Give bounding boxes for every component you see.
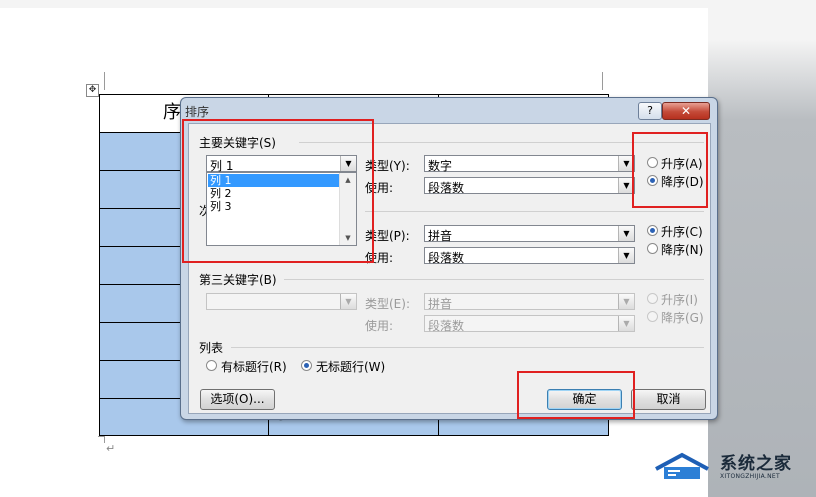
primary-using-value: 段落数 [428,181,465,195]
secondary-type-value: 拼音 [428,229,453,243]
table-move-handle-icon[interactable]: ✥ [86,84,99,97]
secondary-using-value: 段落数 [428,251,465,265]
has-header-label[interactable]: 有标题行(R) [221,358,287,375]
tertiary-asc-label[interactable]: 升序(I) [661,291,698,308]
secondary-desc-label[interactable]: 降序(N) [661,241,703,258]
paragraph-mark-icon: ↵ [106,442,116,455]
group-divider [365,211,704,212]
watermark-url: XITONGZHIJIA.NET [720,473,780,480]
table-header-cell: 序 [163,102,181,123]
highlight-box-sort-order [632,132,708,208]
no-header-radio[interactable] [301,360,312,371]
workspace-background [708,0,816,497]
tertiary-using-label: 使用: [365,319,394,333]
chevron-down-icon[interactable]: ▼ [618,294,634,309]
tertiary-desc-radio[interactable] [647,311,658,322]
highlight-box-ok [517,371,635,419]
tertiary-using-value: 段落数 [428,319,465,333]
chevron-down-icon[interactable]: ▼ [618,226,634,241]
tertiary-key-group-label: 第三关键字(B) [199,273,277,287]
group-divider [284,279,704,280]
secondary-asc-radio[interactable] [647,225,658,236]
primary-type-value: 数字 [428,159,453,173]
no-header-label[interactable]: 无标题行(W) [316,358,385,375]
cancel-button[interactable]: 取消 [631,389,706,410]
close-button[interactable]: ✕ [662,102,710,120]
site-watermark: 系统之家 XITONGZHIJIA.NET [652,447,802,487]
primary-using-combo[interactable]: 段落数 ▼ [424,177,635,195]
has-header-radio[interactable] [206,360,217,371]
chevron-down-icon[interactable]: ▼ [618,248,634,263]
secondary-desc-radio[interactable] [647,243,658,254]
tertiary-asc-radio[interactable] [647,293,658,304]
options-button[interactable]: 选项(O)... [200,389,275,410]
help-button[interactable]: ? [638,102,662,120]
tertiary-key-combo[interactable]: ▼ [206,293,357,310]
crop-mark-top-left [98,72,105,90]
secondary-using-combo[interactable]: 段落数 ▼ [424,247,635,265]
house-logo-icon [655,452,709,479]
table-border [99,435,609,436]
dialog-title: 排序 [185,105,210,119]
secondary-type-combo[interactable]: 拼音 ▼ [424,225,635,243]
tertiary-using-combo[interactable]: 段落数 ▼ [424,315,635,333]
tertiary-desc-label[interactable]: 降序(G) [661,309,704,326]
group-divider [231,347,704,348]
watermark-name: 系统之家 [720,454,792,474]
crop-mark-bottom-left [98,436,105,443]
primary-type-combo[interactable]: 数字 ▼ [424,155,635,173]
list-group-label: 列表 [199,341,224,355]
chevron-down-icon[interactable]: ▼ [618,316,634,331]
secondary-asc-label[interactable]: 升序(C) [661,223,703,240]
chevron-down-icon[interactable]: ▼ [340,294,356,309]
crop-mark-top-right [602,72,609,90]
tertiary-type-combo[interactable]: 拼音 ▼ [424,293,635,311]
tertiary-type-label: 类型(E): [365,297,410,311]
highlight-box-primary-key [182,119,374,263]
tertiary-type-value: 拼音 [428,297,453,311]
table-border [99,94,100,436]
window-top-strip [0,0,708,8]
